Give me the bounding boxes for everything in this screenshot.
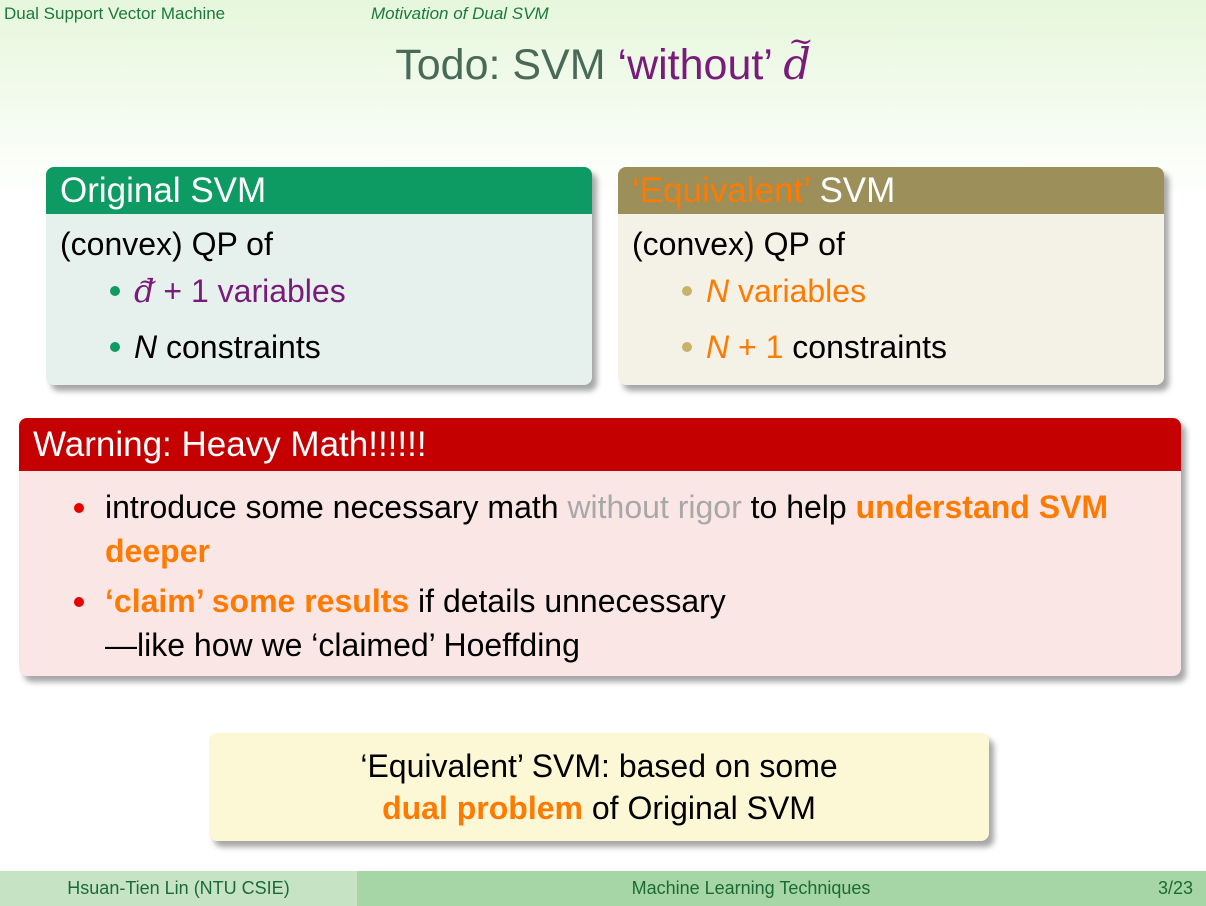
equivalent-svm-intro: (convex) QP of (632, 226, 845, 262)
original-svm-block: Original SVM (convex) QP of ~ d + 1 varia… (46, 167, 592, 385)
footer: Hsuan-Tien Lin (NTU CSIE) Machine Learni… (0, 871, 1206, 906)
footer-author: Hsuan-Tien Lin (NTU CSIE) (0, 871, 357, 906)
item-variables: N variables (706, 273, 866, 309)
equivalent-svm-block: ‘Equivalent’ SVM (convex) QP of N variab… (618, 167, 1164, 385)
item-text: constraints (166, 329, 321, 365)
footer-page-number: 3/23 (1145, 871, 1206, 906)
title-quoted: ‘Equivalent’ (632, 171, 810, 210)
original-svm-title: Original SVM (46, 167, 592, 214)
header-subsection: Motivation of Dual SVM (371, 4, 549, 23)
bullet-icon (682, 286, 692, 296)
text: to help (750, 489, 847, 525)
note-emphasis: dual problem (382, 790, 583, 826)
list-item: ‘claim’ some results if details unnecess… (19, 579, 1181, 667)
list-item: N variables (632, 263, 1150, 319)
item-text: variables (738, 273, 867, 309)
text: introduce some necessary math (105, 489, 559, 525)
title-quoted: ‘without’ (617, 41, 772, 89)
bullet-icon (682, 342, 692, 352)
item-variables: ~ d + 1 variables (134, 268, 346, 310)
note-line2: dual problem of Original SVM (209, 787, 989, 829)
tilde-mark: ~ (788, 24, 814, 59)
header-section: Dual Support Vector Machine (4, 4, 226, 23)
list-item: ~ d + 1 variables (60, 263, 578, 319)
warning-title: Warning: Heavy Math!!!!!! (19, 418, 1181, 471)
original-svm-list: ~ d + 1 variables N constraints (60, 263, 578, 375)
d-tilde-symbol: ~ d (134, 268, 158, 310)
list-item: introduce some necessary math without ri… (19, 485, 1181, 573)
note-line1: ‘Equivalent’ SVM: based on some (360, 748, 838, 784)
footer-course: Machine Learning Techniques (357, 871, 1145, 906)
bullet-icon (110, 286, 120, 296)
note-text: of Original SVM (591, 790, 816, 826)
warning-block: Warning: Heavy Math!!!!!! introduce some… (19, 418, 1181, 676)
bullet-icon (74, 503, 84, 513)
bullet-icon (110, 342, 120, 352)
bullet-icon (74, 597, 84, 607)
equivalent-svm-title: ‘Equivalent’ SVM (618, 167, 1164, 214)
title-prefix: Todo: SVM (395, 41, 606, 89)
note-box: ‘Equivalent’ SVM: based on some dual pro… (209, 733, 989, 841)
text: —like how we ‘claimed’ Hoeffding (105, 627, 580, 663)
plus-one: + 1 (738, 329, 784, 365)
equivalent-svm-list: N variables N + 1 constraints (632, 263, 1150, 375)
title-variable: ~ d (783, 24, 813, 90)
item-count: N + 1 (706, 329, 783, 365)
title-rest: SVM (819, 171, 896, 210)
list-item: N + 1 constraints (632, 319, 1150, 375)
text-grey: without rigor (567, 489, 742, 525)
tilde-mark: ~ (138, 268, 159, 296)
var-letter: N (706, 329, 730, 365)
text: if details unnecessary (418, 583, 726, 619)
text-emphasis: ‘claim’ some results (105, 583, 410, 619)
var-letter: N (134, 329, 158, 365)
list-item: N constraints (60, 319, 578, 375)
equivalent-svm-body: (convex) QP of N variables N + 1 constra… (618, 214, 1164, 385)
slide-title: Todo: SVM ‘without’ ~ d (0, 24, 1206, 90)
item-text: + 1 variables (163, 273, 346, 309)
original-svm-body: (convex) QP of ~ d + 1 variables N constr… (46, 214, 592, 385)
item-text: constraints (792, 329, 947, 365)
var-letter: N (706, 273, 730, 309)
warning-list: introduce some necessary math without ri… (19, 471, 1181, 667)
